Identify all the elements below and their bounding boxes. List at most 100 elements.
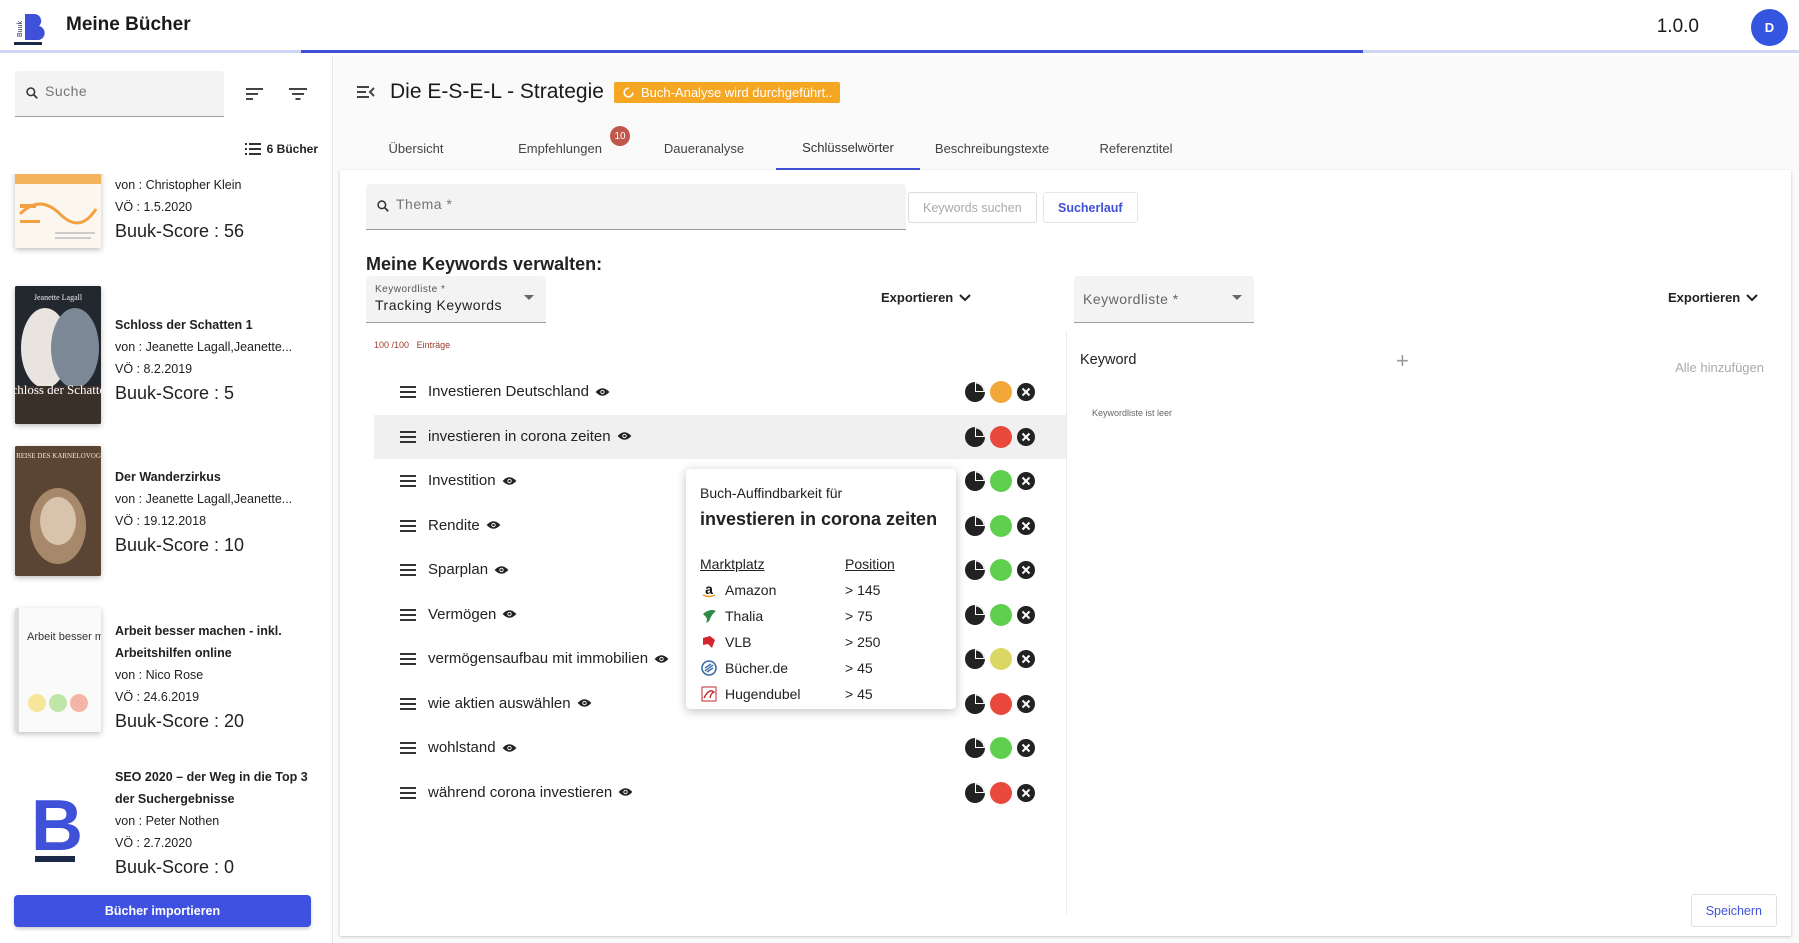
remove-icon[interactable] [1016, 649, 1036, 669]
cover-title: Schloss der Schatten [15, 382, 101, 397]
drag-handle-icon[interactable] [400, 786, 416, 804]
remove-icon[interactable] [1016, 427, 1036, 447]
remove-icon[interactable] [1016, 471, 1036, 491]
tab-referenztitel[interactable]: Referenztitel [1064, 126, 1208, 170]
book-item[interactable]: DIE REISE DES KARNELOVOGELS Der Wanderzi… [0, 446, 332, 596]
menu-toggle-button[interactable] [354, 80, 378, 104]
drag-handle-icon[interactable] [400, 385, 416, 403]
keyword-label: Vermögen [428, 605, 497, 623]
pie-chart-icon[interactable] [964, 693, 986, 715]
target-keyword-panel: Keyword + Alle hinzufügen Keywordliste i… [1074, 332, 1784, 914]
drag-handle-icon[interactable] [400, 474, 416, 492]
status-indicator [990, 559, 1012, 581]
pie-chart-icon[interactable] [964, 426, 986, 448]
left-select-value: Tracking Keywords [375, 297, 503, 313]
eye-icon[interactable] [577, 698, 592, 708]
tab-empfehlungen[interactable]: Empfehlungen 10 [488, 126, 632, 170]
tab-bar: Übersicht Empfehlungen 10 Daueranalyse S… [344, 126, 1208, 170]
filter-button[interactable] [286, 82, 310, 106]
recommendations-count-badge: 10 [610, 126, 630, 146]
eye-icon[interactable] [486, 520, 501, 530]
user-avatar[interactable]: D [1751, 9, 1788, 46]
save-button[interactable]: Speichern [1690, 894, 1777, 927]
book-title: SEO 2020 – der Weg in die Top 3 der Such… [115, 770, 308, 806]
keyword-row[interactable]: während corona investieren [374, 771, 1066, 815]
logo-text: Buuk [17, 21, 24, 37]
add-all-button[interactable]: Alle hinzufügen [1675, 360, 1764, 375]
pie-chart-icon[interactable] [964, 470, 986, 492]
hugendubel-icon [700, 685, 718, 703]
tab-beschreibungstexte[interactable]: Beschreibungstexte [920, 126, 1064, 170]
tab-daueranalyse[interactable]: Daueranalyse [632, 126, 776, 170]
drag-handle-icon[interactable] [400, 430, 416, 448]
right-export-button[interactable]: Exportieren [1668, 290, 1758, 305]
eye-icon[interactable] [502, 476, 517, 486]
keywords-search-button[interactable]: Keywords suchen [908, 192, 1037, 223]
left-export-button[interactable]: Exportieren [881, 290, 971, 305]
sidebar-search[interactable] [15, 71, 224, 117]
cover-title: DIE REISE DES KARNELOVOGELS [15, 452, 101, 460]
remove-icon[interactable] [1016, 694, 1036, 714]
filter-icon [289, 88, 307, 100]
remove-icon[interactable] [1016, 783, 1036, 803]
remove-icon[interactable] [1016, 560, 1036, 580]
pie-chart-icon[interactable] [964, 604, 986, 626]
eye-icon[interactable] [502, 609, 517, 619]
book-date: VÖ : 8.2.2019 [115, 362, 193, 376]
search-run-button[interactable]: Sucherlauf [1043, 192, 1138, 223]
book-list: von : Christopher Klein VÖ : 1.5.2020 Bu… [0, 174, 332, 880]
keyword-row[interactable]: investieren in corona zeiten [374, 414, 1066, 459]
import-books-button[interactable]: Bücher importieren [14, 895, 311, 927]
book-score: Buuk-Score : 5 [115, 383, 235, 403]
book-item[interactable]: von : Christopher Klein VÖ : 1.5.2020 Bu… [0, 174, 332, 294]
eye-icon[interactable] [654, 654, 669, 664]
eye-icon[interactable] [502, 743, 517, 753]
pie-chart-icon[interactable] [964, 559, 986, 581]
book-item[interactable]: B SEO 2020 – der Weg in die Top 3 der Su… [0, 754, 332, 880]
pie-chart-icon[interactable] [964, 782, 986, 804]
keyword-label: während corona investieren [428, 783, 613, 801]
keyword-row[interactable]: Investieren Deutschland [374, 370, 1066, 414]
marketplace-position: > 250 [845, 634, 881, 650]
drag-handle-icon[interactable] [400, 563, 416, 581]
right-keyword-list-select[interactable]: Keywordliste * [1074, 276, 1254, 323]
keyword-row[interactable]: wohlstand [374, 726, 1066, 770]
add-keyword-icon[interactable]: + [1396, 348, 1409, 374]
status-indicator [990, 603, 1012, 626]
eye-icon[interactable] [595, 387, 610, 397]
buuk-logo-icon[interactable]: Buuk [14, 12, 46, 46]
pie-chart-icon[interactable] [964, 515, 986, 537]
sidebar-search-input[interactable] [45, 83, 215, 99]
sort-button[interactable] [243, 82, 267, 106]
topic-field[interactable] [366, 184, 906, 230]
book-item[interactable]: Jeanette Lagall Schloss der Schatten Sch… [0, 280, 332, 430]
left-keyword-list-select[interactable]: Keywordliste * Tracking Keywords [366, 276, 546, 323]
tab-schluesselwoerter[interactable]: Schlüsselwörter [776, 126, 920, 170]
book-item[interactable]: Arbeit besser machen Arbeit besser mache… [0, 608, 332, 758]
status-indicator [990, 381, 1012, 403]
list-icon [244, 143, 261, 155]
drag-handle-icon[interactable] [400, 519, 416, 537]
remove-icon[interactable] [1016, 738, 1036, 758]
topic-input[interactable] [396, 196, 886, 212]
analysis-status-text: Buch-Analyse wird durchgeführt.. [640, 84, 833, 100]
eye-icon[interactable] [618, 787, 633, 797]
pie-chart-icon[interactable] [964, 648, 986, 670]
sort-icon [246, 88, 263, 100]
eye-icon[interactable] [617, 431, 632, 441]
drag-handle-icon[interactable] [400, 608, 416, 626]
loading-progress-bar [301, 50, 1363, 53]
pie-chart-icon[interactable] [964, 381, 986, 403]
chevron-down-icon [959, 293, 971, 301]
svg-text:a: a [705, 582, 713, 597]
tab-uebersicht[interactable]: Übersicht [344, 126, 488, 170]
eye-icon[interactable] [494, 565, 509, 575]
drag-handle-icon[interactable] [400, 741, 416, 759]
drag-handle-icon[interactable] [400, 697, 416, 715]
remove-icon[interactable] [1016, 382, 1036, 402]
remove-icon[interactable] [1016, 516, 1036, 536]
book-title-heading: Die E-S-E-L - Strategie [390, 80, 604, 103]
remove-icon[interactable] [1016, 605, 1036, 625]
pie-chart-icon[interactable] [964, 737, 986, 759]
drag-handle-icon[interactable] [400, 652, 416, 670]
